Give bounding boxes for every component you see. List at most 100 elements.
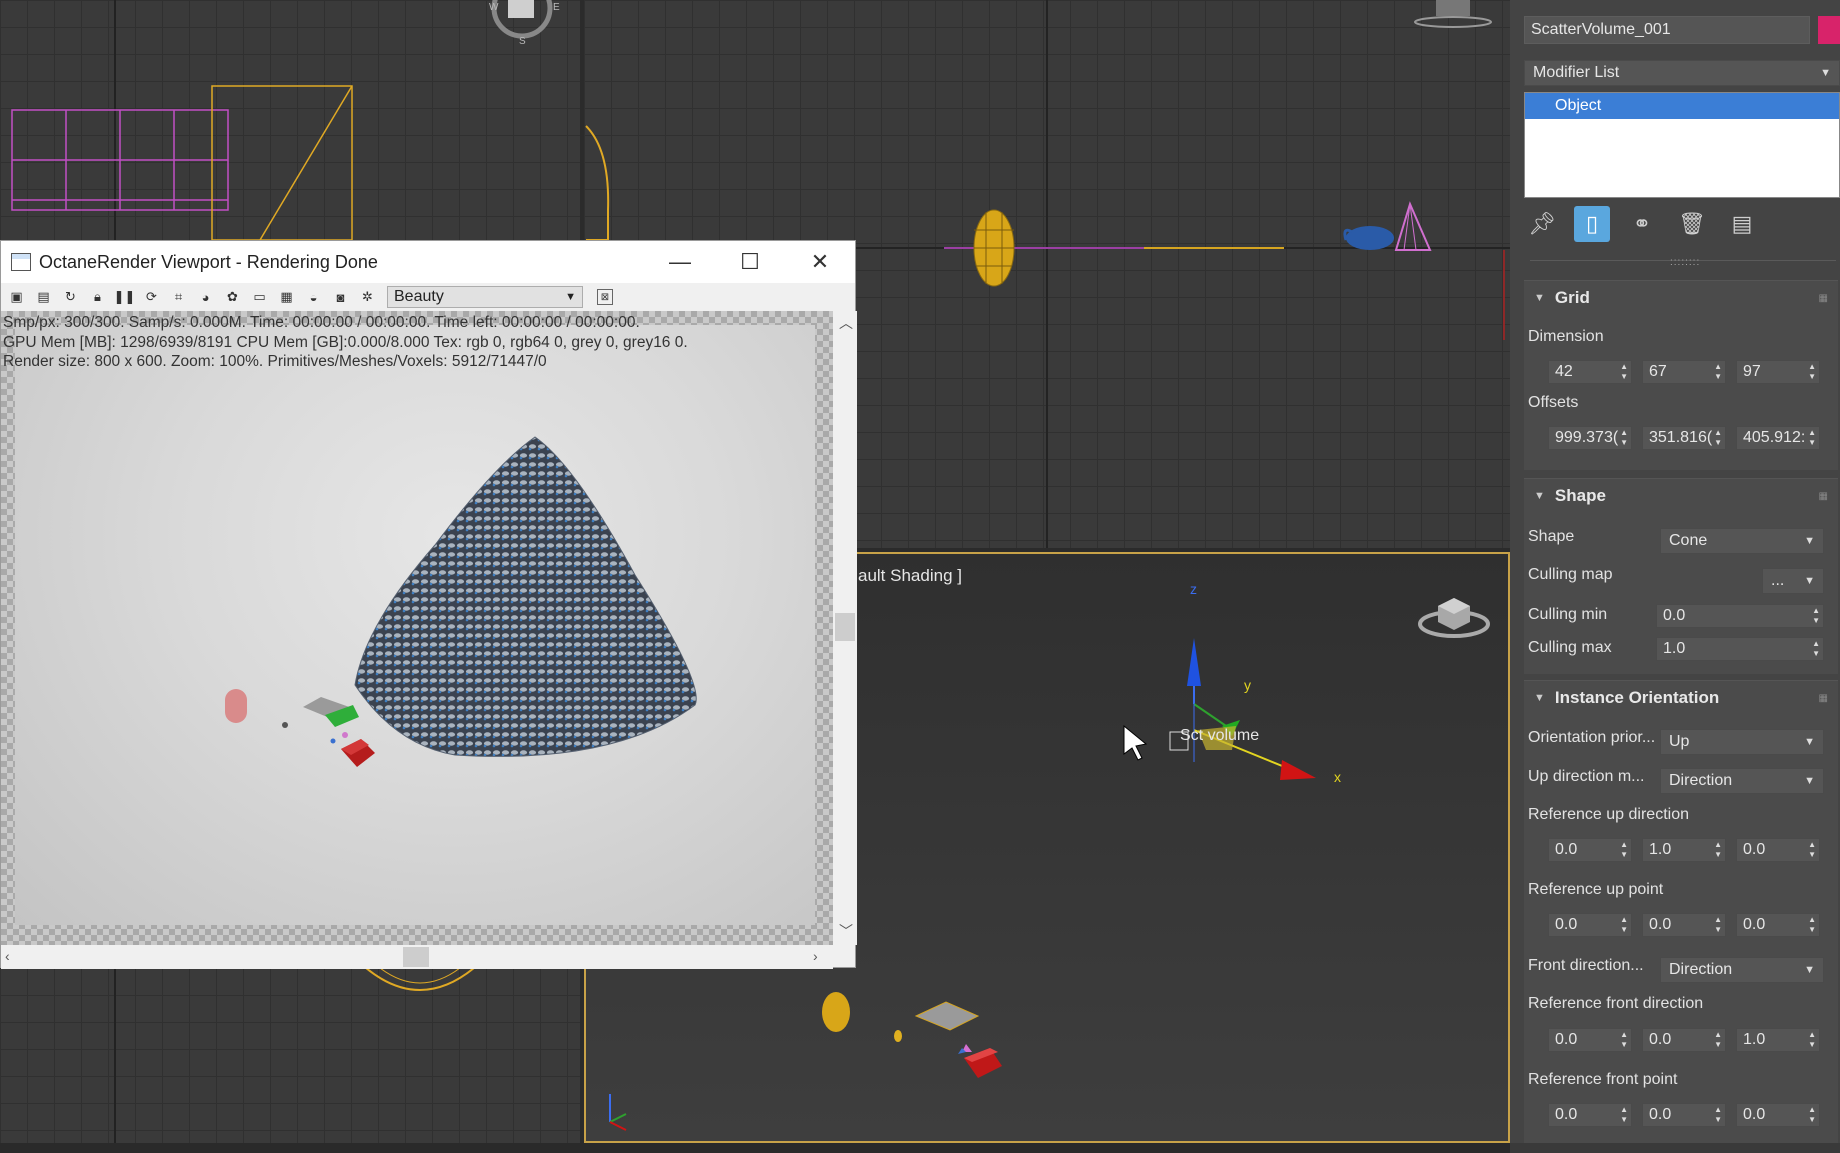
- stack-toolbar: 📌︎ ▯ ⚭ 🗑︎ ▤: [1524, 204, 1774, 244]
- ref-up-dir-x-spinner[interactable]: 0.0 ▲ ▼: [1548, 838, 1632, 862]
- configure-sets-icon[interactable]: ▤: [1724, 206, 1760, 242]
- instance-orientation-rollout-title: Instance Orientation: [1554, 688, 1720, 707]
- shape-rollout-header[interactable]: ▼ Shape ▦: [1524, 479, 1838, 513]
- viewport-top[interactable]: W E S: [0, 0, 580, 240]
- offset-x-spinner[interactable]: 999.373(▲ ▼: [1548, 426, 1632, 450]
- modifier-stack[interactable]: Object: [1524, 92, 1840, 198]
- instance-orientation-rollout-header[interactable]: ▼ Instance Orientation ▦: [1524, 681, 1838, 715]
- offset-z-spinner[interactable]: 405.912: ▲ ▼: [1736, 426, 1820, 450]
- dimension-x-spinner[interactable]: 42 ▲ ▼: [1548, 360, 1632, 384]
- culling-map-button[interactable]: ... ▼: [1762, 568, 1824, 594]
- close-button[interactable]: ✕: [785, 241, 855, 283]
- resize-grip-icon[interactable]: ::::::::: [1670, 257, 1700, 268]
- horizontal-scrollbar[interactable]: ‹ ›: [1, 945, 833, 969]
- refresh-icon[interactable]: ↻: [57, 286, 84, 308]
- ref-front-dir-z-spinner[interactable]: 1.0 ▲ ▼: [1736, 1028, 1820, 1052]
- color-picker-icon[interactable]: ◕: [192, 286, 219, 308]
- octane-titlebar[interactable]: OctaneRender Viewport - Rendering Done —…: [1, 241, 855, 283]
- collapse-icon: ▼: [1534, 490, 1545, 502]
- orientation-priority-dropdown[interactable]: Up ▼: [1660, 729, 1824, 755]
- object-color-swatch[interactable]: [1818, 16, 1840, 44]
- axis-z-label: z: [1190, 581, 1197, 597]
- stack-item-object[interactable]: Object: [1525, 93, 1839, 119]
- scroll-right-icon[interactable]: ›: [813, 948, 818, 964]
- ref-up-dir-z-spinner[interactable]: 0.0 ▲ ▼: [1736, 838, 1820, 862]
- reference-up-direction-label: Reference up direction: [1528, 806, 1689, 823]
- remove-modifier-icon[interactable]: 🗑︎: [1674, 206, 1710, 242]
- modifier-list-dropdown[interactable]: Modifier List ▼: [1524, 60, 1840, 86]
- ref-front-point-z-spinner[interactable]: 0.0 ▲ ▼: [1736, 1103, 1820, 1127]
- lock-icon[interactable]: 🔒︎: [84, 286, 111, 308]
- ref-front-point-x-spinner[interactable]: 0.0 ▲ ▼: [1548, 1103, 1632, 1127]
- chevron-down-icon: ▼: [1804, 575, 1815, 587]
- render-stats-line: Render size: 800 x 600. Zoom: 100%. Prim…: [3, 353, 547, 370]
- rollout-drag-icon[interactable]: ▦: [1819, 693, 1828, 704]
- show-end-result-icon[interactable]: ▯: [1574, 206, 1610, 242]
- copy-icon[interactable]: ▣: [3, 286, 30, 308]
- object-name-field[interactable]: ScatterVolume_001: [1524, 16, 1810, 44]
- texture-icon[interactable]: ◙: [327, 286, 354, 308]
- scroll-left-icon[interactable]: ‹: [5, 948, 10, 964]
- stack-item-label: Object: [1555, 97, 1602, 114]
- ref-up-point-x-spinner[interactable]: 0.0 ▲ ▼: [1548, 913, 1632, 937]
- display-icon[interactable]: ▭: [246, 286, 273, 308]
- minimize-button[interactable]: —: [645, 241, 715, 283]
- shape-dropdown[interactable]: Cone ▼: [1660, 528, 1824, 554]
- settings-icon[interactable]: ✲: [354, 286, 381, 308]
- region-icon[interactable]: ⌗: [165, 286, 192, 308]
- pin-stack-icon[interactable]: 📌︎: [1524, 206, 1560, 242]
- dimension-z-spinner[interactable]: 97 ▲ ▼: [1736, 360, 1820, 384]
- chevron-down-icon: ▼: [1804, 736, 1815, 748]
- culling-max-label: Culling max: [1528, 639, 1612, 656]
- ref-front-dir-y-spinner[interactable]: 0.0 ▲ ▼: [1642, 1028, 1726, 1052]
- culling-max-spinner[interactable]: 1.0 ▲ ▼: [1656, 637, 1824, 661]
- up-direction-mode-value: Direction: [1669, 772, 1733, 789]
- film-icon[interactable]: ▦: [273, 286, 300, 308]
- render-pass-select[interactable]: Beauty ▼: [387, 286, 583, 308]
- culling-min-spinner[interactable]: 0.0 ▲ ▼: [1656, 604, 1824, 628]
- scroll-down-icon[interactable]: ﹀: [839, 921, 853, 941]
- status-strip: [0, 1143, 1510, 1153]
- pause-icon[interactable]: ❚❚: [111, 286, 138, 308]
- horizontal-scroll-thumb[interactable]: [403, 947, 429, 967]
- ref-up-dir-y-spinner[interactable]: 1.0 ▲ ▼: [1642, 838, 1726, 862]
- material-icon[interactable]: ◒: [300, 286, 327, 308]
- octane-render-window[interactable]: OctaneRender Viewport - Rendering Done —…: [0, 240, 857, 969]
- render-image: [15, 325, 815, 925]
- vertical-scrollbar[interactable]: ︿ ﹀: [833, 311, 857, 945]
- chevron-down-icon: ▼: [1804, 964, 1815, 976]
- octane-toolbar: ▣ ▤ ↻ 🔒︎ ❚❚ ⟳ ⌗ ◕ ✿ ▭ ▦ ◒ ◙ ✲ Beauty ▼ ⊠: [1, 283, 855, 311]
- viewport-left[interactable]: [0, 968, 580, 1143]
- ref-front-point-y-spinner[interactable]: 0.0 ▲ ▼: [1642, 1103, 1726, 1127]
- save-icon[interactable]: ▤: [30, 286, 57, 308]
- viewport-top-scene: W E S: [11, 0, 560, 240]
- up-direction-mode-dropdown[interactable]: Direction ▼: [1660, 768, 1824, 794]
- focus-picker-icon[interactable]: ✿: [219, 286, 246, 308]
- offset-y-spinner[interactable]: 351.816(▲ ▼: [1642, 426, 1726, 450]
- render-pass-value: Beauty: [394, 288, 444, 305]
- collapse-icon: ▼: [1534, 292, 1545, 304]
- scroll-up-icon[interactable]: ︿: [839, 313, 853, 333]
- front-direction-dropdown[interactable]: Direction ▼: [1660, 957, 1824, 983]
- rollout-drag-icon[interactable]: ▦: [1819, 491, 1828, 502]
- ref-up-point-y-spinner[interactable]: 0.0 ▲ ▼: [1642, 913, 1726, 937]
- orientation-priority-label: Orientation prior...: [1528, 729, 1656, 746]
- vertical-scroll-thumb[interactable]: [835, 613, 855, 641]
- rollout-drag-icon[interactable]: ▦: [1819, 293, 1828, 304]
- dimension-y-spinner[interactable]: 67 ▲ ▼: [1642, 360, 1726, 384]
- ref-up-point-z-spinner[interactable]: 0.0 ▲ ▼: [1736, 913, 1820, 937]
- orientation-priority-value: Up: [1669, 733, 1690, 750]
- shape-rollout-title: Shape: [1554, 486, 1606, 505]
- grid-rollout-header[interactable]: ▼ Grid ▦: [1524, 281, 1838, 315]
- render-canvas[interactable]: Smp/px: 300/300. Samp/s: 0.000M. Time: 0…: [1, 311, 833, 945]
- expand-icon[interactable]: ⊠: [597, 289, 613, 305]
- maximize-button[interactable]: ☐: [715, 241, 785, 283]
- front-direction-value: Direction: [1669, 961, 1733, 978]
- offsets-label: Offsets: [1528, 394, 1579, 411]
- reference-front-direction-label: Reference front direction: [1528, 995, 1704, 1012]
- ref-front-dir-x-spinner[interactable]: 0.0 ▲ ▼: [1548, 1028, 1632, 1052]
- object-name-value: ScatterVolume_001: [1531, 21, 1671, 38]
- restart-icon[interactable]: ⟳: [138, 286, 165, 308]
- make-unique-icon[interactable]: ⚭: [1624, 206, 1660, 242]
- scatter-volume-label: Sct volume: [1180, 727, 1259, 744]
